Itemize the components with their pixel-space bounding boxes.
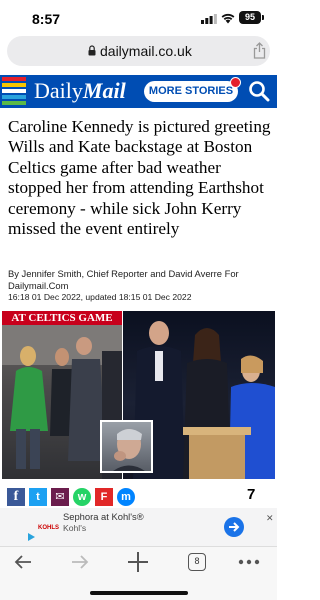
forward-icon[interactable] bbox=[70, 553, 90, 571]
inset-photo-kerry[interactable] bbox=[100, 420, 153, 473]
article-headline: Caroline Kennedy is pictured greeting Wi… bbox=[8, 117, 271, 239]
back-icon[interactable] bbox=[13, 553, 33, 571]
menu-icon[interactable] bbox=[2, 75, 26, 108]
battery-icon bbox=[262, 15, 264, 20]
home-indicator[interactable] bbox=[90, 591, 188, 595]
new-tab-icon[interactable] bbox=[127, 551, 149, 573]
ad-subtitle: Kohl's bbox=[63, 523, 87, 533]
whatsapp-share-icon[interactable]: w bbox=[73, 488, 91, 506]
article-dates: 16:18 01 Dec 2022, updated 18:15 01 Dec … bbox=[8, 292, 192, 302]
address-bar[interactable]: dailymail.co.uk bbox=[7, 36, 270, 66]
flipboard-share-icon[interactable]: F bbox=[95, 488, 113, 506]
wifi-icon bbox=[221, 13, 235, 24]
adchoices-icon[interactable] bbox=[27, 533, 35, 541]
twitter-share-icon[interactable]: t bbox=[29, 488, 47, 506]
url-text: dailymail.co.uk bbox=[100, 43, 192, 59]
messenger-share-icon[interactable]: m bbox=[117, 488, 135, 506]
status-bar: 8:57 95 bbox=[0, 0, 277, 34]
tab-switcher-button[interactable]: 8 bbox=[188, 553, 206, 571]
ad-go-button[interactable] bbox=[224, 517, 244, 537]
facebook-share-icon[interactable]: f bbox=[7, 488, 25, 506]
share-count: 7 bbox=[247, 486, 256, 503]
cellular-signal-icon bbox=[201, 14, 217, 24]
arrow-right-icon bbox=[229, 522, 240, 532]
ad-title: Sephora at Kohl's® bbox=[63, 511, 144, 522]
notification-dot bbox=[230, 77, 241, 88]
site-header: DailyMail MORE STORIES bbox=[0, 75, 277, 108]
article-byline: By Jennifer Smith, Chief Reporter and Da… bbox=[8, 268, 239, 291]
inset-figure bbox=[113, 429, 145, 471]
kohls-logo: KOHLS bbox=[38, 525, 59, 531]
share-icon[interactable] bbox=[253, 42, 266, 59]
clock: 8:57 bbox=[32, 11, 61, 27]
ad-close-icon[interactable]: ✕ bbox=[266, 513, 274, 524]
more-options-icon[interactable] bbox=[238, 559, 260, 565]
lock-icon bbox=[88, 45, 96, 56]
search-icon[interactable] bbox=[248, 80, 270, 102]
more-stories-button[interactable]: MORE STORIES bbox=[144, 81, 238, 102]
ad-banner[interactable]: KOHLS Sephora at Kohl's® Kohl's ✕ bbox=[0, 508, 277, 546]
site-logo[interactable]: DailyMail bbox=[34, 78, 126, 104]
battery-level: 95 bbox=[239, 11, 261, 24]
email-share-icon[interactable]: ✉ bbox=[51, 488, 69, 506]
